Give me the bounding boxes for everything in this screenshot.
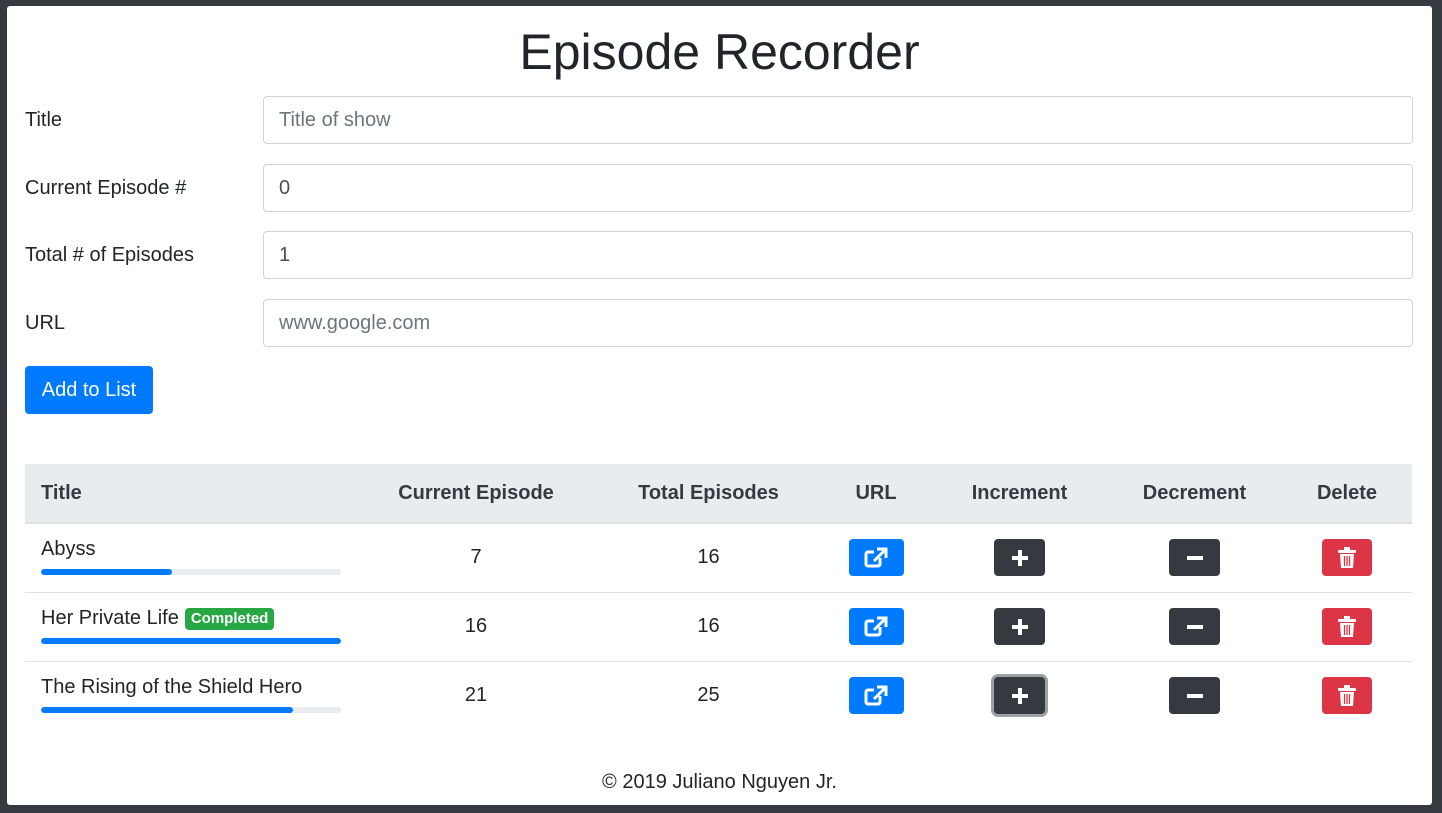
external-link-icon bbox=[864, 616, 888, 636]
current-episode-cell: 21 bbox=[464, 684, 488, 707]
completed-badge: Completed bbox=[184, 607, 275, 630]
title-input[interactable] bbox=[263, 96, 1413, 144]
increment-cell bbox=[932, 523, 1107, 592]
delete-button[interactable] bbox=[1322, 539, 1372, 577]
header-current-episode: Current Episode bbox=[355, 464, 597, 524]
delete-cell bbox=[1282, 661, 1412, 730]
decrement-cell bbox=[1107, 523, 1282, 592]
open-url-button[interactable] bbox=[848, 539, 904, 577]
show-title: The Rising of the Shield Hero bbox=[41, 676, 303, 699]
progress-fill bbox=[41, 707, 293, 714]
external-link-icon bbox=[864, 685, 888, 706]
main-card: Episode Recorder Title Current Episode #… bbox=[7, 6, 1432, 805]
trash-icon bbox=[1338, 546, 1356, 568]
url-input[interactable] bbox=[263, 299, 1413, 347]
header-total-episodes: Total Episodes bbox=[597, 464, 820, 524]
trash-icon bbox=[1338, 615, 1356, 637]
increment-cell bbox=[932, 661, 1107, 730]
url-cell bbox=[820, 523, 932, 592]
total-episodes-label: Total # of Episodes bbox=[25, 244, 194, 266]
total-episodes-cell: 25 bbox=[697, 684, 720, 707]
minus-icon bbox=[1186, 624, 1203, 629]
header-decrement: Decrement bbox=[1107, 464, 1282, 524]
minus-icon bbox=[1186, 555, 1203, 560]
episode-table: Title Current Episode Total Episodes URL… bbox=[25, 464, 1412, 730]
header-delete: Delete bbox=[1282, 464, 1412, 524]
external-link-icon bbox=[864, 547, 888, 568]
table-header-row: Title Current Episode Total Episodes URL… bbox=[25, 464, 1412, 524]
url-cell bbox=[820, 592, 932, 661]
plus-icon bbox=[1011, 687, 1028, 704]
title-cell: Abyss bbox=[25, 523, 355, 592]
delete-button[interactable] bbox=[1322, 608, 1372, 645]
delete-cell bbox=[1282, 523, 1412, 592]
plus-icon bbox=[1011, 618, 1028, 635]
current-episode-cell: 16 bbox=[464, 615, 488, 637]
progress-bar bbox=[41, 638, 341, 644]
open-url-button[interactable] bbox=[848, 677, 904, 715]
increment-button[interactable] bbox=[994, 539, 1045, 577]
progress-fill bbox=[41, 569, 173, 576]
progress-bar bbox=[41, 569, 341, 576]
title-label: Title bbox=[25, 109, 63, 131]
total-episodes-form-row: Total # of Episodes bbox=[25, 231, 1413, 279]
trash-icon bbox=[1338, 684, 1356, 706]
decrement-cell bbox=[1107, 592, 1282, 661]
url-cell bbox=[820, 661, 932, 730]
minus-icon bbox=[1186, 693, 1203, 698]
title-form-row: Title bbox=[25, 96, 1413, 144]
increment-cell bbox=[932, 592, 1107, 661]
decrement-button[interactable] bbox=[1169, 677, 1220, 715]
footer-copyright: © 2019 Juliano Nguyen Jr. bbox=[602, 771, 837, 793]
open-url-button[interactable] bbox=[848, 608, 904, 645]
table-row: The Rising of the Shield Hero 21 25 bbox=[25, 661, 1412, 730]
url-form-row: URL bbox=[25, 299, 1413, 347]
total-episodes-cell: 16 bbox=[697, 546, 720, 569]
progress-fill bbox=[41, 638, 341, 644]
url-label: URL bbox=[25, 312, 66, 334]
increment-button[interactable] bbox=[994, 608, 1045, 645]
table-row: Abyss 7 16 bbox=[25, 523, 1412, 592]
table-row: Her Private Life Completed 16 16 bbox=[25, 592, 1412, 661]
header-url: URL bbox=[820, 464, 932, 524]
current-episode-input[interactable] bbox=[263, 164, 1413, 212]
current-episode-form-row: Current Episode # bbox=[25, 164, 1413, 212]
plus-icon bbox=[1011, 549, 1028, 566]
current-episode-label: Current Episode # bbox=[25, 177, 187, 199]
title-cell: Her Private Life Completed bbox=[25, 592, 355, 661]
progress-bar bbox=[41, 707, 341, 714]
show-title: Abyss bbox=[41, 538, 96, 561]
total-episodes-cell: 16 bbox=[697, 615, 720, 637]
show-title: Her Private Life bbox=[41, 607, 179, 629]
total-episodes-input[interactable] bbox=[263, 231, 1413, 279]
add-to-list-button[interactable]: Add to List bbox=[25, 366, 153, 414]
page-title: Episode Recorder bbox=[519, 24, 920, 80]
header-increment: Increment bbox=[932, 464, 1107, 524]
delete-button[interactable] bbox=[1322, 677, 1372, 715]
decrement-button[interactable] bbox=[1169, 539, 1220, 577]
decrement-button[interactable] bbox=[1169, 608, 1220, 645]
current-episode-cell: 7 bbox=[470, 546, 482, 569]
header-title: Title bbox=[25, 464, 355, 524]
delete-cell bbox=[1282, 592, 1412, 661]
title-cell: The Rising of the Shield Hero bbox=[25, 661, 355, 730]
increment-button[interactable] bbox=[994, 677, 1045, 715]
decrement-cell bbox=[1107, 661, 1282, 730]
